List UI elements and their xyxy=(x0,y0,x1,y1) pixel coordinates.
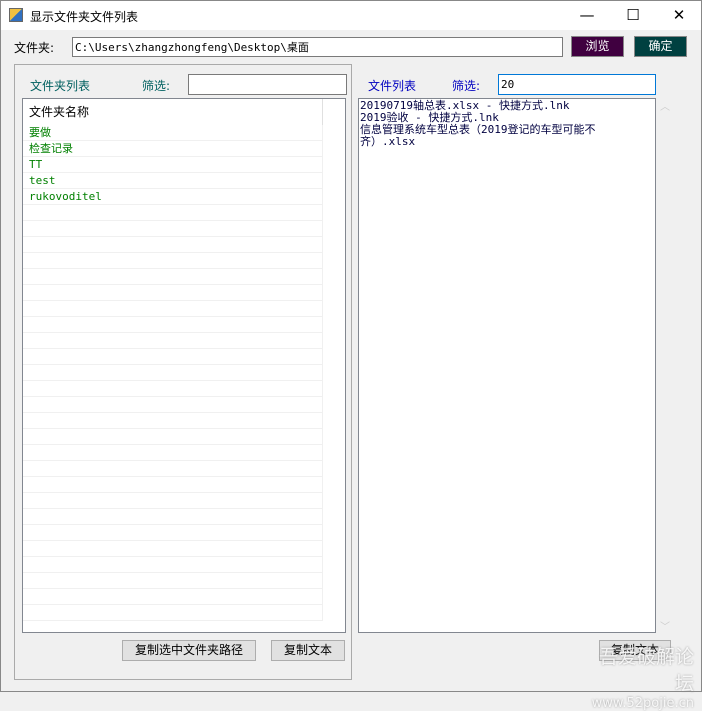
folder-row[interactable] xyxy=(23,525,323,541)
folder-row[interactable] xyxy=(23,445,323,461)
close-button[interactable]: ✕ xyxy=(656,0,702,30)
folder-label: 文件夹: xyxy=(14,41,55,55)
folder-row[interactable] xyxy=(23,253,323,269)
folder-row[interactable] xyxy=(23,269,323,285)
folder-row[interactable] xyxy=(23,205,323,221)
watermark-line1: 吾爱破解论坛 xyxy=(598,646,694,695)
folder-row[interactable] xyxy=(23,365,323,381)
folder-row[interactable] xyxy=(23,589,323,605)
folder-row[interactable] xyxy=(23,301,323,317)
watermark: 吾爱破解论坛 www.52pojie.cn xyxy=(582,642,694,711)
folder-grid[interactable]: 文件夹名称 要做 检查记录 TT test rukovoditel xyxy=(22,98,346,633)
app-icon xyxy=(9,8,23,22)
column-header-folder-name[interactable]: 文件夹名称 xyxy=(23,99,323,125)
folder-row[interactable]: 检查记录 xyxy=(23,141,323,157)
maximize-button[interactable]: ☐ xyxy=(610,0,656,30)
folder-row[interactable] xyxy=(23,237,323,253)
minimize-button[interactable]: — xyxy=(564,0,610,30)
file-list-label: 文件列表 xyxy=(368,79,417,93)
folder-row[interactable] xyxy=(23,333,323,349)
folder-row[interactable] xyxy=(23,381,323,397)
folder-filter-label: 筛选: xyxy=(142,79,171,93)
folder-row[interactable] xyxy=(23,541,323,557)
ok-button[interactable]: 确定 xyxy=(634,36,687,57)
file-filter-input[interactable] xyxy=(498,74,656,95)
folder-row[interactable]: 要做 xyxy=(23,125,323,141)
folder-row[interactable] xyxy=(23,285,323,301)
folder-row[interactable] xyxy=(23,493,323,509)
folder-row[interactable] xyxy=(23,397,323,413)
folder-row[interactable] xyxy=(23,509,323,525)
folder-row[interactable] xyxy=(23,573,323,589)
copy-folder-text-button[interactable]: 复制文本 xyxy=(271,640,345,661)
folder-list-label: 文件夹列表 xyxy=(30,79,91,93)
file-list-textbox[interactable]: 20190719轴总表.xlsx - 快捷方式.lnk 2019验收 - 快捷方… xyxy=(358,98,656,633)
folder-row[interactable]: test xyxy=(23,173,323,189)
folder-path-input[interactable] xyxy=(72,37,563,57)
folder-row[interactable] xyxy=(23,221,323,237)
folder-row[interactable]: rukovoditel xyxy=(23,189,323,205)
copy-folder-path-button[interactable]: 复制选中文件夹路径 xyxy=(122,640,256,661)
browse-button[interactable]: 浏览 xyxy=(571,36,624,57)
folder-row[interactable] xyxy=(23,317,323,333)
file-filter-label: 筛选: xyxy=(452,79,481,93)
folder-row[interactable] xyxy=(23,557,323,573)
folder-row[interactable] xyxy=(23,429,323,445)
window-title: 显示文件夹文件列表 xyxy=(30,10,139,24)
watermark-line2: www.52pojie.cn xyxy=(591,696,694,711)
folder-row[interactable] xyxy=(23,605,323,621)
title-bar: 显示文件夹文件列表 — ☐ ✕ xyxy=(0,0,702,30)
scroll-up-icon[interactable]: ︿ xyxy=(660,98,670,113)
scroll-down-icon[interactable]: ﹀ xyxy=(660,618,670,633)
folder-row[interactable]: TT xyxy=(23,157,323,173)
folder-row[interactable] xyxy=(23,413,323,429)
folder-filter-input[interactable] xyxy=(188,74,347,95)
folder-row[interactable] xyxy=(23,349,323,365)
folder-row[interactable] xyxy=(23,477,323,493)
folder-row[interactable] xyxy=(23,461,323,477)
